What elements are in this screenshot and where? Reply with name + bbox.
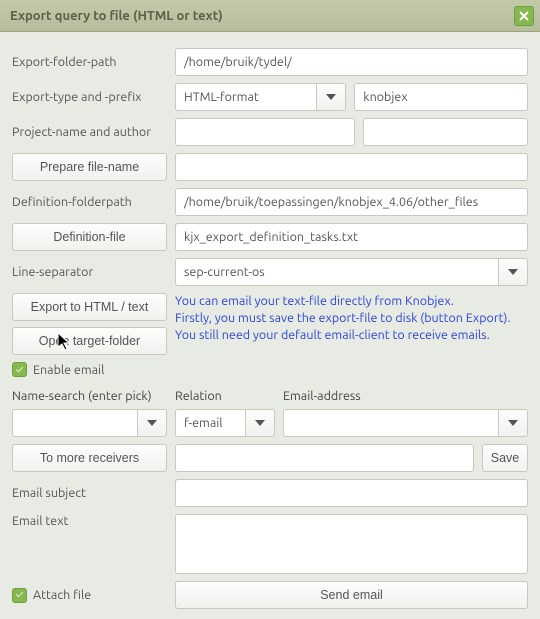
label-definition-folderpath: Definition-folderpath <box>12 195 167 209</box>
project-name-input[interactable] <box>175 118 355 146</box>
export-html-text-button[interactable]: Export to HTML / text <box>12 293 167 321</box>
relation-select[interactable] <box>175 409 245 437</box>
definition-file-input[interactable] <box>175 223 528 251</box>
export-type-select[interactable] <box>175 83 316 111</box>
hint-line-3: You still need your default email-client… <box>175 327 528 344</box>
line-separator-select[interactable] <box>175 258 498 286</box>
filename-input[interactable] <box>175 153 528 181</box>
label-export-folder-path: Export-folder-path <box>12 55 167 69</box>
relation-dropdown-button[interactable] <box>245 409 275 437</box>
more-receivers-input[interactable] <box>175 444 474 472</box>
send-email-button[interactable]: Send email <box>175 581 528 609</box>
window-titlebar: Export query to file (HTML or text) <box>0 0 540 32</box>
export-prefix-input[interactable] <box>354 83 528 111</box>
email-hint: You can email your text-file directly fr… <box>175 293 528 344</box>
hint-line-1: You can email your text-file directly fr… <box>175 293 528 310</box>
attach-file-checkbox[interactable]: ✓ <box>12 588 27 603</box>
label-project-name-author: Project-name and author <box>12 125 167 139</box>
author-input[interactable] <box>363 118 528 146</box>
chevron-down-icon <box>508 420 518 426</box>
window-title: Export query to file (HTML or text) <box>10 9 514 23</box>
label-export-type-prefix: Export-type and -prefix <box>12 90 167 104</box>
chevron-down-icon <box>147 420 157 426</box>
close-button[interactable] <box>514 6 534 26</box>
attach-file-label: Attach file <box>33 588 91 602</box>
hint-line-2: Firstly, you must save the export-file t… <box>175 310 528 327</box>
label-relation: Relation <box>175 389 275 403</box>
name-search-input[interactable] <box>12 409 137 437</box>
label-name-search: Name-search (enter pick) <box>12 389 167 403</box>
email-address-input[interactable] <box>283 409 498 437</box>
export-folder-path-input[interactable] <box>175 48 528 76</box>
close-icon <box>519 11 529 21</box>
chevron-down-icon <box>326 94 336 100</box>
label-email-subject: Email subject <box>12 486 167 500</box>
line-separator-dropdown-button[interactable] <box>498 258 528 286</box>
export-type-dropdown-button[interactable] <box>316 83 346 111</box>
email-address-dropdown-button[interactable] <box>498 409 528 437</box>
save-button[interactable]: Save <box>482 444 528 472</box>
enable-email-checkbox[interactable]: ✓ <box>12 362 27 377</box>
open-target-folder-button[interactable]: Open target-folder <box>12 327 167 355</box>
definition-folderpath-input[interactable] <box>175 188 528 216</box>
chevron-down-icon <box>255 420 265 426</box>
label-email-address: Email-address <box>283 389 528 403</box>
enable-email-label: Enable email <box>33 363 104 377</box>
email-text-input[interactable] <box>175 514 528 574</box>
definition-file-button[interactable]: Definition-file <box>12 223 167 251</box>
prepare-filename-button[interactable]: Prepare file-name <box>12 153 167 181</box>
name-search-dropdown-button[interactable] <box>137 409 167 437</box>
label-email-text: Email text <box>12 514 167 528</box>
to-more-receivers-button[interactable]: To more receivers <box>12 444 167 472</box>
email-subject-input[interactable] <box>175 479 528 507</box>
label-line-separator: Line-separator <box>12 265 167 279</box>
chevron-down-icon <box>508 269 518 275</box>
